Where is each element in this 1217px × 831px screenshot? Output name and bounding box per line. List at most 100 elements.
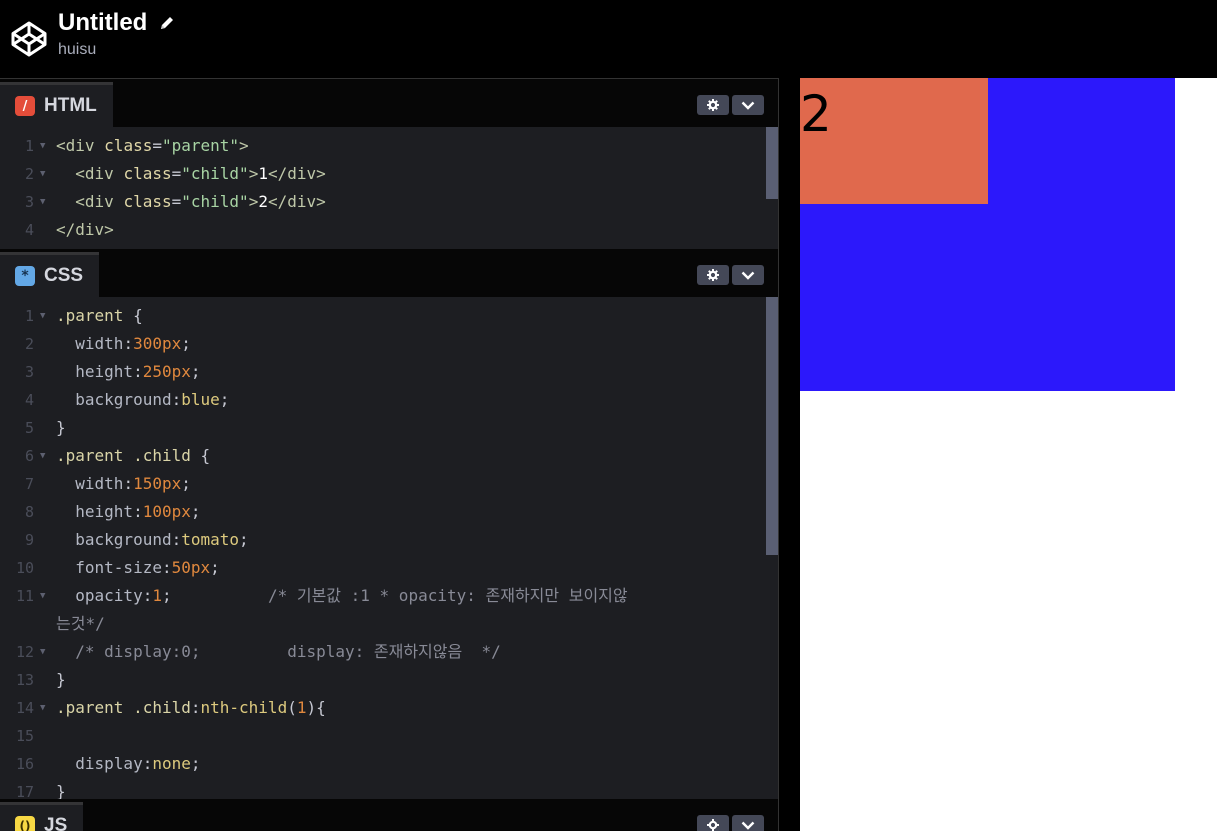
fold-arrow-icon[interactable]: ▼ — [40, 132, 45, 160]
code-token: .parent — [56, 306, 134, 325]
code-token: class — [123, 192, 172, 211]
code-line[interactable]: 14 ▼ .parent .child:nth-child(1){ — [0, 694, 778, 722]
code-token: </div> — [267, 192, 326, 211]
code-token: ; — [181, 334, 191, 353]
fold-arrow-icon[interactable]: ▼ — [40, 160, 45, 188]
code-text: </div> — [56, 216, 114, 244]
code-line[interactable]: 11 ▼ opacity:1; /* 기본값 :1 * opacity: 존재하지… — [0, 582, 778, 610]
line-number: 7 — [24, 475, 34, 493]
code-line[interactable]: 17} — [0, 778, 778, 799]
tab-js[interactable]: () JS — [0, 802, 84, 831]
code-token: class — [123, 164, 172, 183]
html-scrollbar[interactable] — [764, 127, 778, 249]
code-token: { — [200, 446, 211, 465]
line-number: 1 — [24, 137, 34, 155]
code-text: opacity:1; /* 기본값 :1 * opacity: 존재하지만 보이… — [56, 582, 628, 610]
fold-arrow-icon[interactable]: ▼ — [40, 582, 45, 610]
code-text: 는것*/ — [56, 610, 105, 638]
js-icon: () — [15, 816, 35, 831]
code-token: /* 기본값 :1 * opacity: 존재하지만 보이지않 — [171, 586, 628, 605]
code-line[interactable]: 6 ▼ .parent .child { — [0, 442, 778, 470]
line-number: 9 — [24, 531, 34, 549]
code-token: 1 — [258, 164, 268, 183]
codepen-logo-icon[interactable] — [10, 20, 48, 58]
line-number: 12 — [15, 643, 34, 661]
code-line[interactable]: 4 </div> — [0, 216, 778, 244]
html-settings-button[interactable] — [697, 95, 729, 115]
result-preview[interactable]: 2 — [800, 78, 1217, 831]
html-scroll-thumb[interactable] — [766, 127, 778, 199]
line-number: 4 — [24, 221, 34, 239]
html-code-area[interactable]: 1 ▼ <div class="parent"> 2 ▼ <div class="chi… — [0, 127, 778, 249]
tab-css[interactable]: * CSS — [0, 252, 100, 297]
code-line[interactable]: 8 height:100px; — [0, 498, 778, 526]
css-collapse-button[interactable] — [732, 265, 764, 285]
code-line[interactable]: 13} — [0, 666, 778, 694]
app-header: Untitled huisu — [0, 0, 1217, 78]
code-token: = — [171, 192, 182, 211]
code-line[interactable]: 12 ▼ /* display:0; display: 존재하지않음 */ — [0, 638, 778, 666]
code-text: font-size:50px; — [56, 554, 220, 582]
code-text: } — [56, 666, 66, 694]
code-line[interactable]: 2 width:300px; — [0, 330, 778, 358]
code-line[interactable]: 3 height:250px; — [0, 358, 778, 386]
fold-arrow-icon[interactable]: ▼ — [40, 302, 45, 330]
code-token: ; — [181, 474, 191, 493]
fold-arrow-icon[interactable]: ▼ — [40, 638, 45, 666]
css-code-area[interactable]: 1 ▼ .parent {2 width:300px; 3 height:250px;… — [0, 297, 778, 799]
code-token: } — [56, 418, 66, 437]
code-line[interactable]: 4 background:blue; — [0, 386, 778, 414]
code-token: width — [56, 334, 124, 353]
line-number: 1 — [24, 307, 34, 325]
code-token: : — [123, 474, 134, 493]
code-line[interactable]: 1 ▼ .parent { — [0, 302, 778, 330]
code-line[interactable]: 5} — [0, 414, 778, 442]
html-editor-panel: / HTML 1 ▼ <div class="parent"> 2 ▼ <div cla… — [0, 79, 778, 249]
code-line[interactable]: 2 ▼ <div class="child">1</div> — [0, 160, 778, 188]
code-line[interactable]: 10 font-size:50px; — [0, 554, 778, 582]
code-line[interactable]: 7 width:150px; — [0, 470, 778, 498]
css-scroll-thumb[interactable] — [766, 297, 778, 555]
code-text: .parent { — [56, 302, 143, 330]
html-collapse-button[interactable] — [732, 95, 764, 115]
css-icon: * — [15, 266, 35, 286]
code-line[interactable]: 16 display:none; — [0, 750, 778, 778]
line-number: 8 — [24, 503, 34, 521]
code-token: "child" — [181, 164, 249, 183]
code-token: : — [142, 586, 153, 605]
css-scrollbar[interactable] — [764, 297, 778, 799]
edit-pencil-icon[interactable] — [158, 14, 176, 32]
pen-title-area: Untitled huisu — [58, 9, 176, 59]
code-line[interactable]: 9 background:tomato; — [0, 526, 778, 554]
editors-column: / HTML 1 ▼ <div class="parent"> 2 ▼ <div cla… — [0, 78, 778, 831]
code-token: = — [152, 136, 162, 155]
fold-arrow-icon[interactable]: ▼ — [40, 694, 45, 722]
code-line[interactable]: 1 ▼ <div class="parent"> — [0, 132, 778, 160]
fold-arrow-icon[interactable]: ▼ — [40, 188, 45, 216]
css-panel-header: * CSS — [0, 249, 778, 297]
code-text: } — [56, 778, 66, 799]
line-number: 3 — [24, 363, 34, 381]
author-name[interactable]: huisu — [58, 41, 176, 59]
chevron-down-icon — [741, 101, 755, 110]
js-collapse-button[interactable] — [732, 815, 764, 831]
code-token: nth-child — [200, 698, 288, 717]
preview-parent-box: 2 — [800, 78, 1175, 391]
code-line[interactable]: 15 — [0, 722, 778, 750]
gear-icon — [707, 269, 719, 281]
editor-preview-resizer[interactable] — [778, 78, 800, 831]
code-text: height:250px; — [56, 358, 200, 386]
code-token: .parent .child — [56, 446, 201, 465]
tab-html[interactable]: / HTML — [0, 82, 113, 127]
code-token: height — [56, 362, 134, 381]
line-number: 17 — [15, 783, 34, 799]
code-line[interactable]: 3 ▼ <div class="child">2</div> — [0, 188, 778, 216]
code-token: ; — [219, 390, 230, 409]
fold-arrow-icon[interactable]: ▼ — [40, 442, 45, 470]
code-line[interactable]: 는것*/ — [0, 610, 778, 638]
code-text: background:tomato; — [56, 526, 248, 554]
pen-title[interactable]: Untitled — [58, 9, 147, 37]
css-settings-button[interactable] — [697, 265, 729, 285]
code-token: </div> — [267, 164, 326, 183]
js-settings-button[interactable] — [697, 815, 729, 831]
